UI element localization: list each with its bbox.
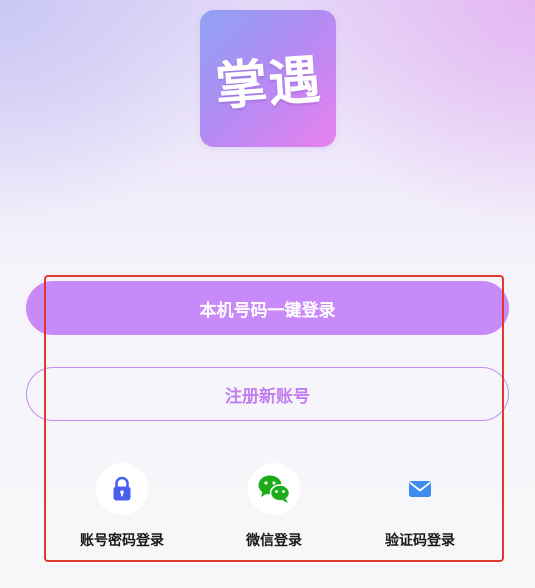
code-login-label: 验证码登录 — [385, 533, 455, 549]
wechat-login-label: 微信登录 — [246, 533, 302, 549]
wechat-icon — [258, 475, 291, 503]
register-button[interactable]: 注册新账号 — [26, 367, 509, 421]
password-login-label: 账号密码登录 — [80, 533, 164, 549]
mail-icon-circle[interactable] — [394, 463, 446, 515]
lock-icon-circle[interactable] — [96, 463, 148, 515]
code-login-option[interactable]: 验证码登录 — [360, 463, 480, 550]
one-click-login-button[interactable]: 本机号码一键登录 — [26, 281, 509, 335]
password-login-option[interactable]: 账号密码登录 — [62, 463, 182, 550]
wechat-icon-circle[interactable] — [248, 463, 300, 515]
app-logo-text: 掌遇 — [213, 50, 324, 118]
mail-icon — [409, 481, 431, 497]
app-logo: 掌遇 — [200, 10, 336, 147]
lock-icon — [113, 476, 131, 501]
wechat-login-option[interactable]: 微信登录 — [214, 463, 334, 550]
